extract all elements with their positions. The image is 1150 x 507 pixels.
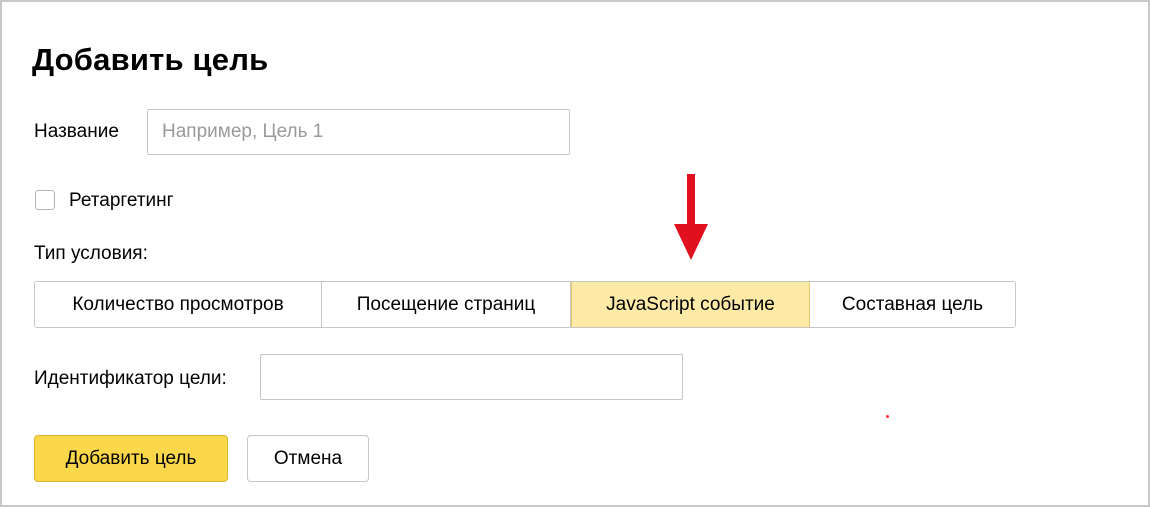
retargeting-label[interactable]: Ретаргетинг [69, 189, 174, 213]
goal-id-label: Идентификатор цели: [34, 368, 227, 389]
condition-option-composite-goal[interactable]: Составная цель [810, 282, 1015, 327]
name-input[interactable] [147, 109, 570, 155]
condition-type-label: Тип условия: [34, 243, 148, 264]
arrow-down-icon [674, 174, 708, 260]
name-label: Название [34, 121, 119, 142]
condition-option-javascript-event[interactable]: JavaScript событие [571, 282, 810, 327]
dialog-title: Добавить цель [32, 42, 269, 77]
retargeting-checkbox[interactable] [35, 190, 55, 210]
condition-option-page-visits[interactable]: Посещение страниц [322, 282, 571, 327]
condition-option-pageviews[interactable]: Количество просмотров [35, 282, 322, 327]
goal-id-input[interactable] [260, 354, 683, 400]
add-goal-button[interactable]: Добавить цель [34, 435, 228, 482]
cancel-button[interactable]: Отмена [247, 435, 369, 482]
add-goal-dialog: Добавить цель Название Ретаргетинг Тип у… [0, 0, 1150, 507]
condition-type-selector: Количество просмотров Посещение страниц … [34, 281, 1016, 328]
annotation-dot [886, 415, 889, 418]
